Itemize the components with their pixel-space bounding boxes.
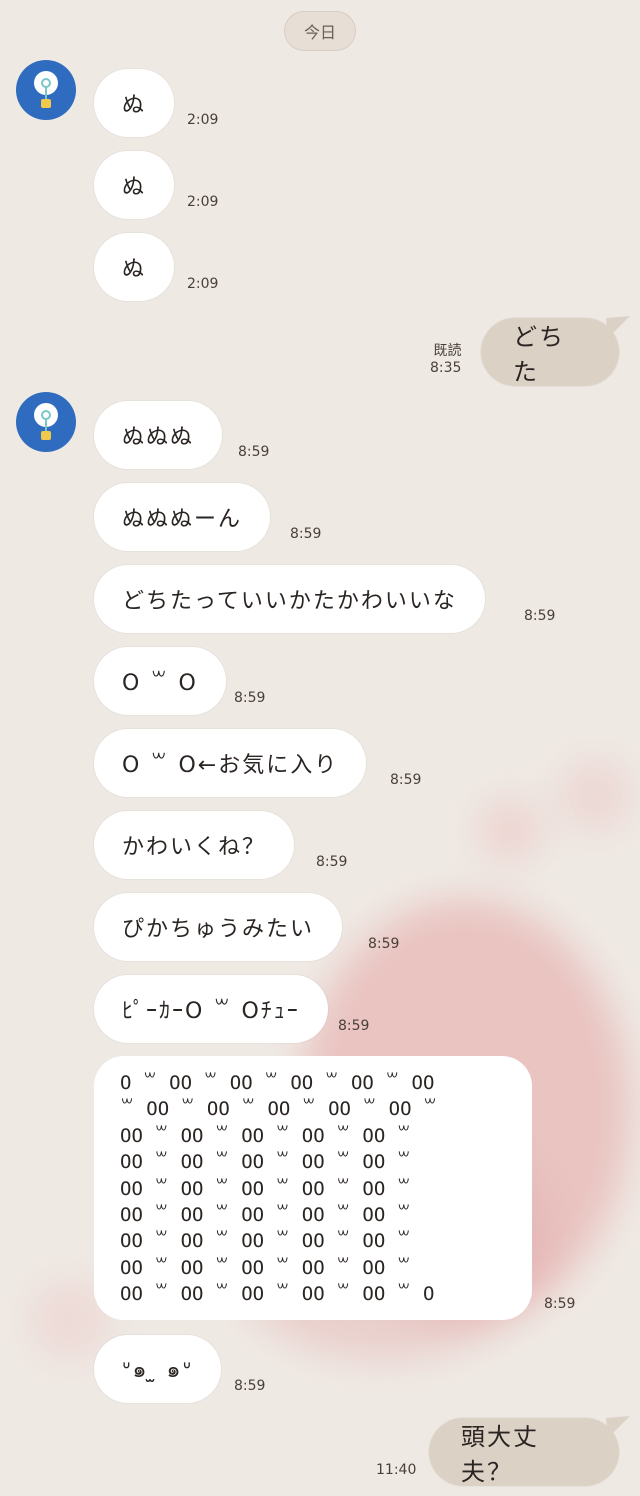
message-time: 2:09 [187,112,219,128]
contact-avatar[interactable] [16,60,76,120]
message-bubble[interactable]: ぬぬぬ [94,401,223,469]
message-time: 8:59 [368,936,400,952]
read-receipt: 既読 8:35 [430,343,461,377]
message-bubble-outgoing[interactable]: どちた [481,318,619,386]
message-bubble[interactable]: ぴかちゅうみたい [94,893,343,961]
message-text: ぬぬぬ [122,425,195,450]
message-time: 8:59 [524,608,556,624]
message-time: 8:59 [290,526,322,542]
message-text: ﾋﾟｰｶｰO ꒳ Oﾁｭｰ [122,999,300,1024]
message-text: ᐡ๑ ̫ ๑ᐡ [122,1357,194,1383]
message-text: ぬぬぬーん [122,507,243,532]
message-bubble[interactable]: ぬ [94,151,175,219]
message-text: O ꒳ O [122,670,198,696]
message-bubble[interactable]: ぬ [94,69,175,137]
date-separator: 今日 [284,11,356,51]
message-bubble[interactable]: ᐡ๑ ̫ ๑ᐡ [94,1335,222,1403]
message-text: O ꒳ O←お気に入り [122,753,339,778]
bubble-tail [606,1416,630,1438]
message-text: ぬ [122,175,147,200]
message-bubble[interactable]: ぬ [94,233,175,301]
message-bubble[interactable]: O ꒳ O [94,647,226,715]
message-time: 8:59 [390,772,422,788]
message-bubble[interactable]: ぬぬぬーん [94,483,271,551]
message-time: 8:59 [544,1296,576,1312]
message-text: どちた [513,323,565,386]
message-time: 2:09 [187,194,219,210]
message-time: 8:59 [316,854,348,870]
message-text: 頭大丈夫？ [461,1423,539,1486]
contact-avatar[interactable] [16,392,76,452]
message-time: 2:09 [187,276,219,292]
message-bubble-outgoing[interactable]: 頭大丈夫？ [429,1418,619,1486]
message-bubble[interactable]: O ꒳ O←お気に入り [94,729,367,797]
message-text: ぬ [122,93,147,118]
message-bubble[interactable]: ﾋﾟｰｶｰO ꒳ Oﾁｭｰ [94,975,328,1043]
message-time: 8:59 [338,1018,370,1034]
message-bubble[interactable]: どちたっていいかたかわいいな [94,565,485,633]
lightbulb-icon [34,403,58,440]
message-time: 11:40 [376,1462,417,1478]
bubble-tail [606,316,630,338]
message-text: どちたっていいかたかわいいな [122,589,457,614]
message-time: 8:35 [430,360,462,376]
message-time: 8:59 [238,444,270,460]
message-bubble-long[interactable]: O ꒳ OO ꒳ OO ꒳ OO ꒳ OO ꒳ OO ꒳ OO ꒳ OO ꒳ O… [94,1056,532,1320]
message-time: 8:59 [234,690,266,706]
message-text: ぴかちゅうみたい [122,917,315,942]
message-bubble[interactable]: かわいくね？ [94,811,295,879]
message-time: 8:59 [234,1378,266,1394]
read-label: 既読 [433,343,462,359]
lightbulb-icon [34,71,58,108]
message-text: ぬ [122,257,147,282]
message-text: かわいくね？ [122,835,267,860]
message-text: O ꒳ OO ꒳ OO ꒳ OO ꒳ OO ꒳ OO ꒳ OO ꒳ OO ꒳ O… [120,1072,438,1306]
